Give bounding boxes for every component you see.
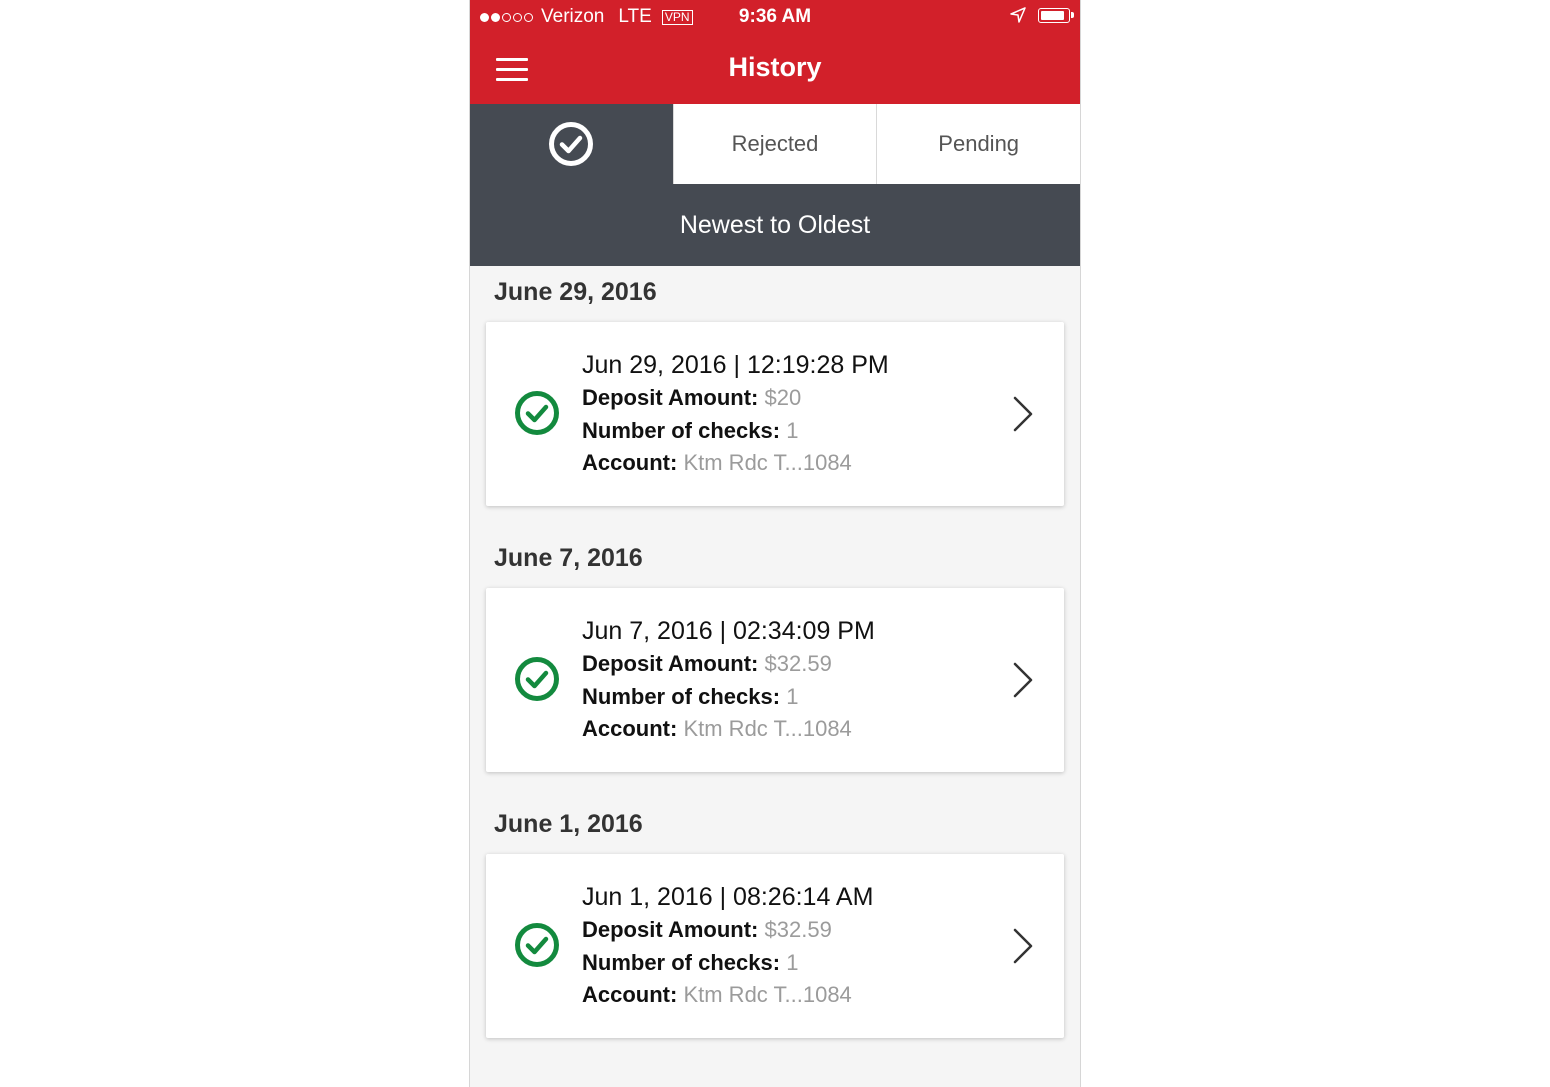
chevron-right-icon [1013, 396, 1033, 432]
account-value: Ktm Rdc T...1084 [683, 716, 852, 741]
check-count-value: 1 [786, 683, 799, 709]
check-count-label: Number of checks: [582, 683, 781, 709]
sort-order-button[interactable]: Newest to Oldest [470, 184, 1080, 266]
status-right [1010, 7, 1074, 23]
account-label: Account: [582, 982, 678, 1007]
check-count-row: Number of checks: 1 [582, 415, 889, 448]
deposit-history-list: June 29, 2016 Jun 29, 2016 | 12:19:28 PM… [470, 266, 1080, 1038]
deposit-details: Jun 1, 2016 | 08:26:14 AM Deposit Amount… [582, 880, 873, 1012]
deposit-card[interactable]: Jun 7, 2016 | 02:34:09 PM Deposit Amount… [486, 588, 1064, 772]
account-label: Account: [582, 450, 678, 475]
account-row: Account: Ktm Rdc T...1084 [582, 447, 889, 480]
date-group-header: June 29, 2016 [494, 278, 657, 306]
account-row: Account: Ktm Rdc T...1084 [582, 979, 873, 1012]
date-group-header: June 1, 2016 [494, 810, 643, 838]
deposit-amount-row: Deposit Amount: $32.59 [582, 648, 875, 681]
tab-rejected[interactable]: Rejected [672, 104, 877, 184]
deposit-card[interactable]: Jun 1, 2016 | 08:26:14 AM Deposit Amount… [486, 854, 1064, 1038]
deposit-details: Jun 29, 2016 | 12:19:28 PM Deposit Amoun… [582, 348, 889, 480]
history-tabs: Rejected Pending [470, 104, 1080, 184]
account-value: Ktm Rdc T...1084 [683, 450, 852, 475]
approved-check-icon [515, 923, 559, 967]
deposit-datetime: Jun 7, 2016 | 02:34:09 PM [582, 617, 875, 645]
account-row: Account: Ktm Rdc T...1084 [582, 713, 875, 746]
chevron-right-icon [1013, 662, 1033, 698]
chevron-right-icon [1013, 928, 1033, 964]
account-value: Ktm Rdc T...1084 [683, 982, 852, 1007]
deposit-amount-label: Deposit Amount: [582, 385, 759, 410]
page-title: History [728, 52, 822, 82]
deposit-amount-value: $20 [764, 385, 802, 410]
tab-approved[interactable] [470, 104, 673, 184]
deposit-amount-value: $32.59 [764, 651, 832, 676]
location-arrow-icon [1010, 7, 1026, 23]
deposit-card[interactable]: Jun 29, 2016 | 12:19:28 PM Deposit Amoun… [486, 322, 1064, 506]
deposit-amount-row: Deposit Amount: $20 [582, 382, 889, 415]
deposit-amount-label: Deposit Amount: [582, 651, 759, 676]
account-label: Account: [582, 716, 678, 741]
check-count-label: Number of checks: [582, 417, 781, 443]
check-count-value: 1 [786, 949, 799, 975]
battery-icon [1038, 7, 1074, 23]
deposit-amount-value: $32.59 [764, 917, 832, 942]
check-count-value: 1 [786, 417, 799, 443]
check-count-row: Number of checks: 1 [582, 681, 875, 714]
date-group-header: June 7, 2016 [494, 544, 643, 572]
deposit-details: Jun 7, 2016 | 02:34:09 PM Deposit Amount… [582, 614, 875, 746]
deposit-datetime: Jun 29, 2016 | 12:19:28 PM [582, 351, 889, 379]
status-bar: Verizon LTE VPN 9:36 AM [470, 0, 1080, 34]
deposit-amount-label: Deposit Amount: [582, 917, 759, 942]
phone-screen: Verizon LTE VPN 9:36 AM History Rejected… [469, 0, 1081, 1087]
deposit-datetime: Jun 1, 2016 | 08:26:14 AM [582, 883, 874, 911]
check-count-label: Number of checks: [582, 949, 781, 975]
nav-bar: History [470, 34, 1080, 104]
approved-check-icon [515, 391, 559, 435]
check-count-row: Number of checks: 1 [582, 947, 873, 980]
approved-check-icon [515, 657, 559, 701]
status-time: 9:36 AM [738, 6, 812, 27]
tab-pending[interactable]: Pending [876, 104, 1080, 184]
deposit-amount-row: Deposit Amount: $32.59 [582, 914, 873, 947]
check-circle-icon [549, 122, 594, 166]
